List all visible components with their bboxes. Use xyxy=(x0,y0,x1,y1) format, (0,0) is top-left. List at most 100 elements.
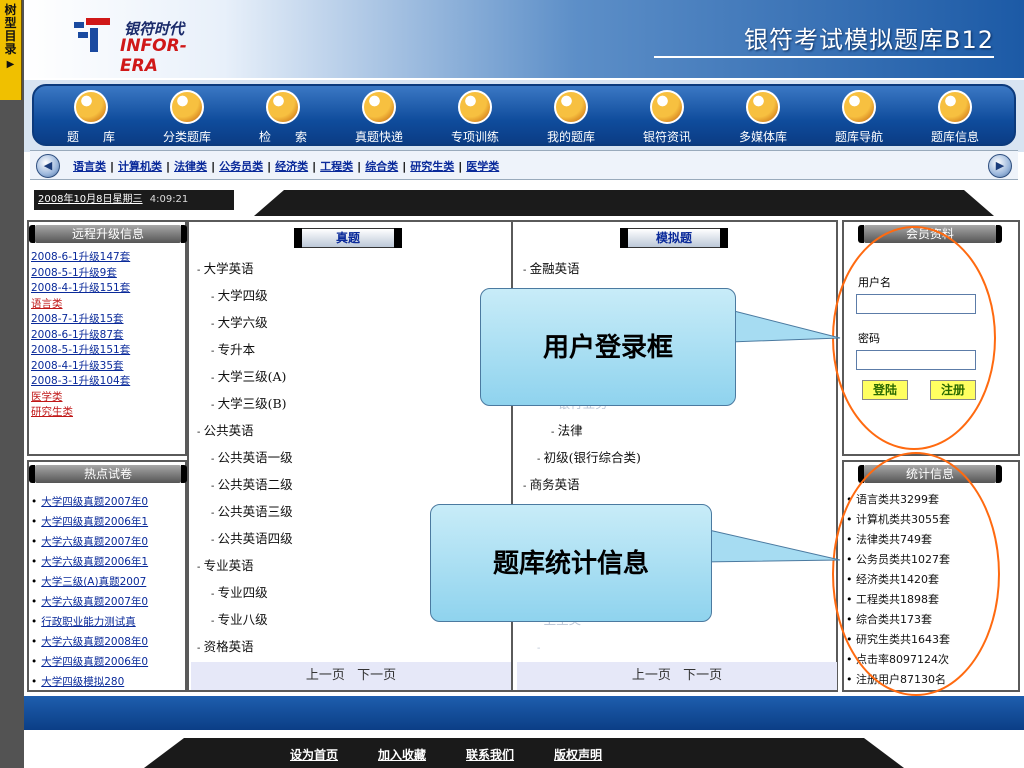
nav-item-2[interactable]: 检 索 xyxy=(238,88,328,146)
nav-item-0[interactable]: 题 库 xyxy=(46,88,136,146)
category-link[interactable]: 公务员类 xyxy=(219,160,263,173)
hot-paper-item: 行政职业能力测试真 xyxy=(31,612,148,632)
tab-real-exams[interactable]: 真题 xyxy=(294,228,402,248)
update-entry[interactable]: 2008-5-1升级9套 xyxy=(31,266,130,282)
update-entry[interactable]: 医学类 xyxy=(31,390,130,406)
hot-paper-link[interactable]: 大学三级(A)真题2007 xyxy=(41,576,146,588)
category-separator: | xyxy=(110,160,115,173)
nav-item-5[interactable]: 我的题库 xyxy=(526,88,616,146)
nav-item-1[interactable]: 分类题库 xyxy=(142,88,232,146)
nav-ball-icon xyxy=(458,90,492,124)
exam-tree-node[interactable]: 资格英语 xyxy=(197,634,293,661)
hot-paper-link[interactable]: 大学四级真题2006年0 xyxy=(41,656,148,668)
hot-paper-link[interactable]: 大学四级模拟280 xyxy=(41,676,124,688)
nav-item-label: 银符资讯 xyxy=(642,130,691,144)
exam-tree-node[interactable]: 专业四级 xyxy=(197,580,293,607)
category-link[interactable]: 计算机类 xyxy=(118,160,162,173)
exam-tree-node[interactable]: 公共英语三级 xyxy=(197,499,293,526)
exam-tree-node[interactable]: 大学三级(A) xyxy=(197,364,293,391)
hot-paper-link[interactable]: 行政职业能力测试真 xyxy=(41,616,136,628)
update-entry[interactable]: 语言类 xyxy=(31,297,130,313)
logo[interactable]: 银符时代 INFOR-ERA xyxy=(72,10,222,76)
update-entry[interactable]: 2008-7-1升级15套 xyxy=(31,312,130,328)
tree-directory-toggle[interactable]: 树 型 目 录 ▶ xyxy=(0,0,22,100)
update-entry[interactable]: 2008-6-1升级147套 xyxy=(31,250,130,266)
category-separator: | xyxy=(357,160,362,173)
category-link[interactable]: 综合类 xyxy=(365,160,398,173)
nav-item-label: 题库导航 xyxy=(834,130,883,144)
exam-tree-node[interactable] xyxy=(523,634,641,661)
update-entry[interactable]: 研究生类 xyxy=(31,405,130,421)
category-next-button[interactable]: ▶ xyxy=(988,154,1012,178)
category-link[interactable]: 医学类 xyxy=(466,160,499,173)
exam-tree-node[interactable]: 法律 xyxy=(523,418,641,445)
category-link[interactable]: 经济类 xyxy=(275,160,308,173)
exam-tree-node[interactable]: 专升本 xyxy=(197,337,293,364)
update-entry[interactable]: 2008-4-1升级151套 xyxy=(31,281,130,297)
nav-item-3[interactable]: 真题快递 xyxy=(334,88,424,146)
category-prev-button[interactable]: ◀ xyxy=(36,154,60,178)
real-prev-page-link[interactable]: 上一页 xyxy=(306,668,345,683)
mock-next-page-link[interactable]: 下一页 xyxy=(683,668,722,683)
footer-link[interactable]: 版权声明 xyxy=(554,748,602,762)
hot-paper-link[interactable]: 大学四级真题2007年0 xyxy=(41,496,148,508)
nav-item-8[interactable]: 题库导航 xyxy=(814,88,904,146)
date-text: 2008年10月8日星期三 xyxy=(38,194,143,205)
hot-paper-item: 大学六级真题2006年1 xyxy=(31,552,148,572)
header: 银符时代 INFOR-ERA 银符考试模拟题库B12 xyxy=(24,0,1024,78)
mock-prev-page-link[interactable]: 上一页 xyxy=(632,668,671,683)
site-title: 银符考试模拟题库B12 xyxy=(743,26,994,54)
category-link[interactable]: 工程类 xyxy=(320,160,353,173)
exam-tree-node[interactable]: 商务英语 xyxy=(523,472,641,499)
nav-ball-icon xyxy=(746,90,780,124)
nav-item-7[interactable]: 多媒体库 xyxy=(718,88,808,146)
exam-tree-node[interactable]: 大学英语 xyxy=(197,256,293,283)
tree-directory-tab[interactable]: 树 型 目 录 ▶ xyxy=(0,0,24,768)
footer-link[interactable]: 加入收藏 xyxy=(378,748,426,762)
nav-ball-icon xyxy=(938,90,972,124)
nav-item-6[interactable]: 银符资讯 xyxy=(622,88,712,146)
hot-paper-link[interactable]: 大学六级真题2006年1 xyxy=(41,556,148,568)
nav-ball-icon xyxy=(842,90,876,124)
category-link[interactable]: 法律类 xyxy=(174,160,207,173)
update-panel-title: 远程升级信息 xyxy=(29,225,187,243)
hot-paper-item: 大学四级真题2006年1 xyxy=(31,512,148,532)
exam-tree-node[interactable]: 公共英语四级 xyxy=(197,526,293,553)
footer-link[interactable]: 设为首页 xyxy=(290,748,338,762)
exam-tree-node[interactable]: 金融英语 xyxy=(523,256,641,283)
exam-tree-node[interactable]: 专业八级 xyxy=(197,607,293,634)
nav-item-label: 题 库 xyxy=(66,130,115,144)
category-link[interactable]: 语言类 xyxy=(73,160,106,173)
update-entry[interactable]: 2008-5-1升级151套 xyxy=(31,343,130,359)
exam-tree-node[interactable]: 公共英语二级 xyxy=(197,472,293,499)
datetime-display: 2008年10月8日星期三 4:09:21 xyxy=(34,190,234,210)
nav-item-label: 多媒体库 xyxy=(738,130,787,144)
exam-tree-node[interactable]: 大学四级 xyxy=(197,283,293,310)
hot-paper-link[interactable]: 大学六级真题2008年0 xyxy=(41,636,148,648)
nav-item-9[interactable]: 题库信息 xyxy=(910,88,1000,146)
category-link[interactable]: 研究生类 xyxy=(410,160,454,173)
hot-paper-link[interactable]: 大学六级真题2007年0 xyxy=(41,596,148,608)
hot-paper-link[interactable]: 大学六级真题2007年0 xyxy=(41,536,148,548)
exam-tree-node[interactable]: 公共英语一级 xyxy=(197,445,293,472)
nav-ball-icon xyxy=(170,90,204,124)
exam-tree-node[interactable]: 初级(银行综合类) xyxy=(523,445,641,472)
category-bar: ◀ 语言类 | 计算机类 | 法律类 | 公务员类 | 经济类 | 工程类 | 综合类 | 研究生类 | 医学类… xyxy=(30,150,1018,180)
hot-paper-link[interactable]: 大学四级真题2006年1 xyxy=(41,516,148,528)
nav-ball-icon xyxy=(650,90,684,124)
nav-ball-icon xyxy=(74,90,108,124)
stats-highlight-ellipse xyxy=(832,452,1000,696)
nav-ball-icon xyxy=(362,90,396,124)
exam-tree-node[interactable]: 公共英语 xyxy=(197,418,293,445)
footer-link[interactable]: 联系我们 xyxy=(466,748,514,762)
exam-tree-node[interactable]: 专业英语 xyxy=(197,553,293,580)
exam-tree-node[interactable]: 大学六级 xyxy=(197,310,293,337)
update-entry[interactable]: 2008-6-1升级87套 xyxy=(31,328,130,344)
update-entry[interactable]: 2008-3-1升级104套 xyxy=(31,374,130,390)
nav-item-4[interactable]: 专项训练 xyxy=(430,88,520,146)
real-next-page-link[interactable]: 下一页 xyxy=(357,668,396,683)
tab-mock-exams[interactable]: 模拟题 xyxy=(620,228,728,248)
main-nav-panel: 题 库 分类题库 检 索 真题快递 专项训练 我的题库 银符资讯 多媒体库 题库导航 题库信息 xyxy=(32,84,1016,146)
exam-tree-node[interactable]: 大学三级(B) xyxy=(197,391,293,418)
update-entry[interactable]: 2008-4-1升级35套 xyxy=(31,359,130,375)
